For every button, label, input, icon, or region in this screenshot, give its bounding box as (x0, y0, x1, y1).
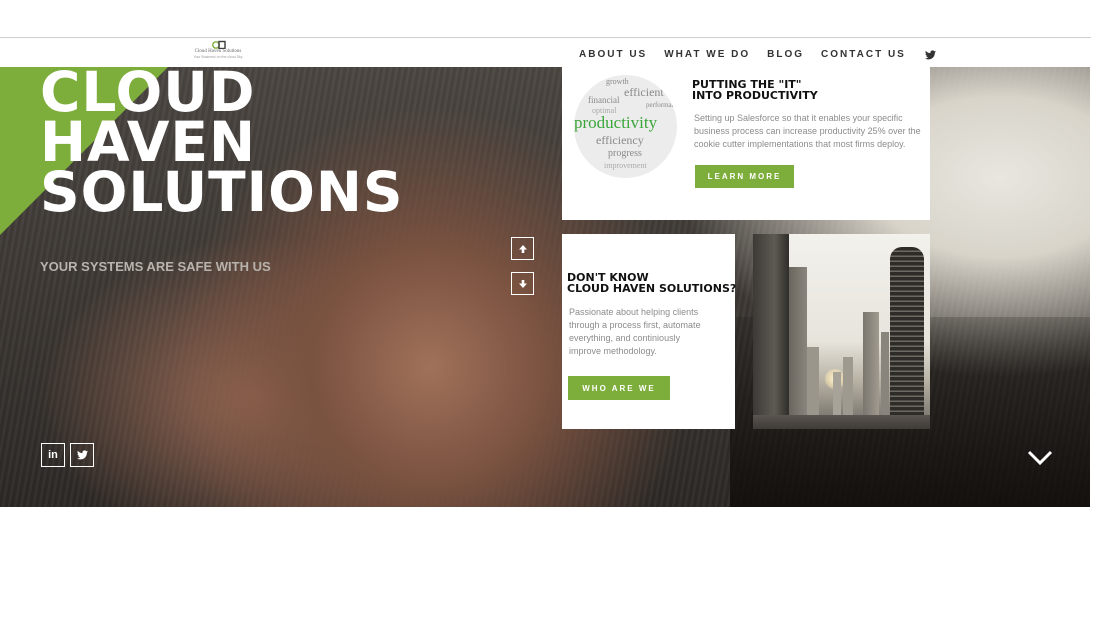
nav-what-we-do[interactable]: WHAT WE DO (664, 49, 750, 60)
logo-mark-icon (212, 40, 226, 49)
wordcloud-word: improvement (604, 161, 647, 170)
wordcloud-image: growth financial optimal efficient produ… (574, 75, 677, 178)
wordcloud-word: efficient (624, 85, 664, 99)
wordcloud-word: productivity (574, 113, 658, 132)
building (890, 247, 924, 417)
about-text: Passionate about helping clients through… (569, 306, 701, 358)
productivity-heading: PUTTING THE "IT" INTO PRODUCTIVITY (692, 79, 818, 101)
hero-subtitle: YOUR SYSTEMS ARE SAFE WITH US (40, 259, 271, 274)
text-line: everything, and continiously (569, 333, 681, 343)
nav-about-us[interactable]: ABOUT US (579, 49, 647, 60)
wordcloud-word: financial (588, 95, 620, 105)
building (789, 267, 807, 417)
text-line: Setting up Salesforce so that it enables… (694, 113, 903, 123)
linkedin-button[interactable]: in (41, 443, 65, 467)
twitter-button[interactable] (70, 443, 94, 467)
building (863, 312, 879, 417)
wordcloud-word: progress (608, 148, 642, 159)
wordcloud-word: performance (646, 101, 677, 109)
productivity-card: growth financial optimal efficient produ… (562, 67, 930, 220)
heading-line: CLOUD HAVEN SOLUTIONS? (567, 282, 737, 295)
building (843, 357, 853, 417)
logo-name: Cloud Haven Solutions (194, 49, 242, 54)
hero-title-line: SOLUTIONS (40, 160, 404, 224)
productivity-text: Setting up Salesforce so that it enables… (694, 112, 921, 151)
nav-blog[interactable]: BLOG (767, 49, 804, 60)
text-line: business process can increase productivi… (694, 126, 921, 136)
logo[interactable]: Cloud Haven Solutions Your Business on t… (190, 40, 246, 60)
slide-down-button[interactable] (511, 272, 534, 295)
navbar: Cloud Haven Solutions Your Business on t… (0, 38, 1091, 67)
logo-tagline: Your Business on the cloud Sky (193, 55, 243, 59)
nav-contact-us[interactable]: CONTACT US (821, 49, 906, 60)
chevron-down-icon[interactable] (1027, 450, 1053, 466)
building (807, 347, 819, 417)
wordcloud-word: efficiency (596, 133, 644, 147)
text-line: through a process first, automate (569, 320, 701, 330)
learn-more-button[interactable]: LEARN MORE (695, 165, 794, 188)
building (881, 332, 889, 417)
hero-section: CLOUD HAVEN SOLUTIONS YOUR SYSTEMS ARE S… (0, 67, 1090, 507)
building (753, 234, 789, 417)
main-nav: ABOUT US WHAT WE DO BLOG CONTACT US (579, 49, 936, 60)
linkedin-icon: in (48, 449, 58, 461)
building (833, 372, 841, 417)
who-are-we-button[interactable]: WHO ARE WE (568, 376, 670, 400)
twitter-icon (76, 450, 88, 460)
hero-title: CLOUD HAVEN SOLUTIONS (40, 67, 404, 224)
arrow-down-icon (518, 279, 527, 288)
heading-line: INTO PRODUCTIVITY (692, 89, 818, 102)
text-line: improve methodology. (569, 346, 657, 356)
about-card: DON'T KNOW CLOUD HAVEN SOLUTIONS? Passio… (562, 234, 736, 429)
text-line: cookie cutter implementations that most … (694, 139, 906, 149)
text-line: Passionate about helping clients (569, 307, 699, 317)
slide-up-button[interactable] (511, 237, 534, 260)
about-heading: DON'T KNOW CLOUD HAVEN SOLUTIONS? (567, 272, 736, 294)
street (753, 415, 930, 429)
twitter-icon[interactable] (924, 49, 936, 60)
city-photo (753, 234, 930, 429)
arrow-up-icon (518, 244, 527, 253)
